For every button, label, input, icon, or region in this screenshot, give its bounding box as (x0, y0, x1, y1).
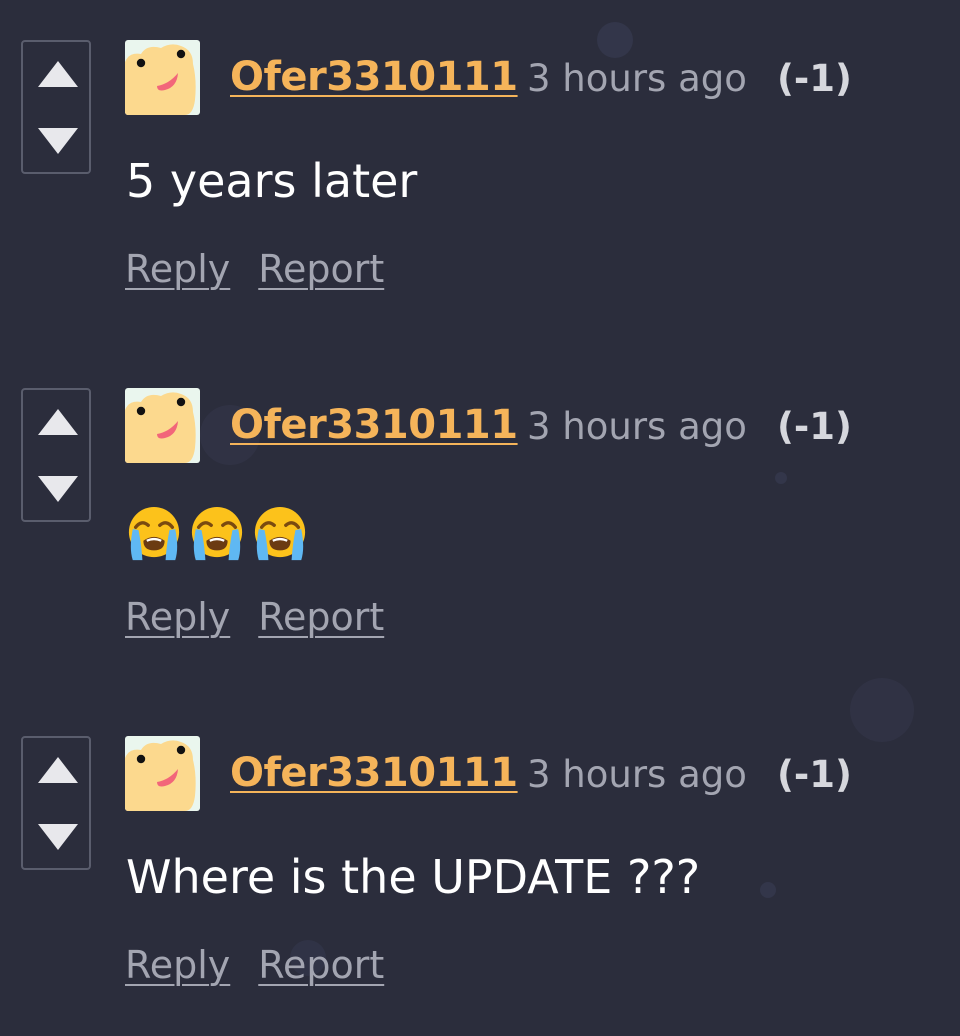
comment: Ofer3310111 3 hours ago (-1) Reply Report (0, 388, 960, 688)
triangle-down-icon[interactable] (36, 474, 80, 504)
reply-link[interactable]: Reply (125, 247, 230, 291)
comment-score: (-1) (777, 57, 852, 100)
comment: Ofer3310111 3 hours ago (-1) 5 years lat… (0, 40, 960, 340)
triangle-down-icon[interactable] (36, 822, 80, 852)
comment-score: (-1) (777, 405, 852, 448)
loudly-crying-face-icon (126, 505, 182, 563)
report-link[interactable]: Report (258, 595, 384, 639)
comment-score: (-1) (777, 753, 852, 796)
comment-timestamp: 3 hours ago (527, 753, 747, 796)
reply-link[interactable]: Reply (125, 595, 230, 639)
comment-timestamp: 3 hours ago (527, 57, 747, 100)
triangle-down-icon[interactable] (36, 126, 80, 156)
frog-face-avatar-icon[interactable] (125, 388, 200, 463)
comment: Ofer3310111 3 hours ago (-1) Where is th… (0, 736, 960, 1036)
comment-actions: Reply Report (125, 943, 384, 987)
vote-box (21, 736, 91, 870)
loudly-crying-face-icon (252, 505, 308, 563)
frog-face-avatar-icon[interactable] (125, 736, 200, 811)
vote-box (21, 388, 91, 522)
comment-author-link[interactable]: Ofer3310111 (230, 402, 518, 448)
comment-author-link[interactable]: Ofer3310111 (230, 54, 518, 100)
vote-box (21, 40, 91, 174)
comment-timestamp: 3 hours ago (527, 405, 747, 448)
triangle-up-icon[interactable] (36, 59, 80, 89)
comment-actions: Reply Report (125, 247, 384, 291)
comment-author-link[interactable]: Ofer3310111 (230, 750, 518, 796)
report-link[interactable]: Report (258, 943, 384, 987)
frog-face-avatar-icon[interactable] (125, 40, 200, 115)
comment-actions: Reply Report (125, 595, 384, 639)
triangle-up-icon[interactable] (36, 755, 80, 785)
reply-link[interactable]: Reply (125, 943, 230, 987)
comment-body: 5 years later (126, 154, 418, 208)
comment-body: Where is the UPDATE ??? (126, 850, 701, 904)
triangle-up-icon[interactable] (36, 407, 80, 437)
report-link[interactable]: Report (258, 247, 384, 291)
comment-body (126, 505, 310, 563)
loudly-crying-face-icon (189, 505, 245, 563)
